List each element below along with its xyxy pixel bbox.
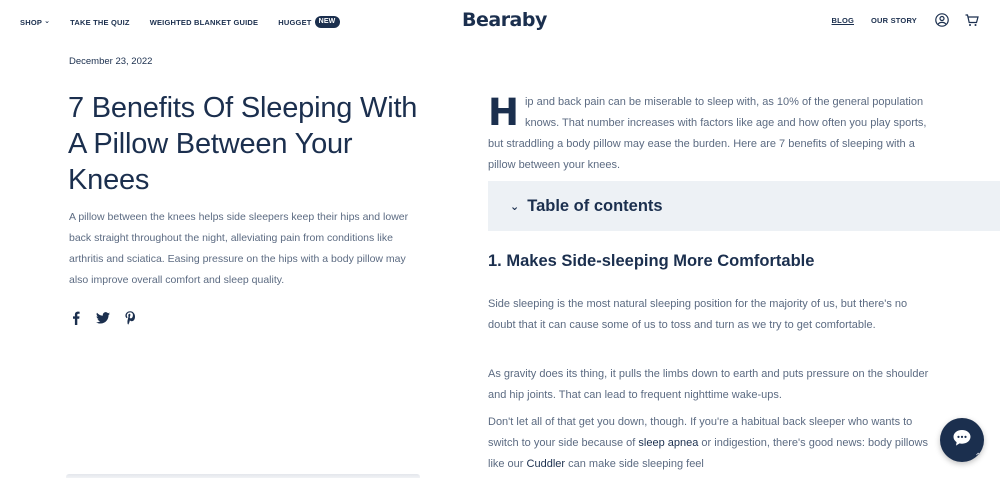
scroll-up-icon[interactable]: ⌃ [974, 452, 982, 463]
toc-label: Table of contents [527, 196, 663, 215]
bearaby-logo[interactable]: Bearaby [462, 9, 547, 31]
nav-blog[interactable]: BLOG [832, 16, 854, 25]
nav-hugget-label: HUGGET [278, 17, 312, 27]
nav-our-story-label: OUR STORY [871, 15, 917, 25]
p3-text-c: can make side sleeping feel [565, 458, 704, 470]
nav-blog-label: BLOG [831, 15, 855, 25]
account-icon[interactable] [934, 12, 950, 28]
article-date: December 23, 2022 [69, 56, 153, 67]
drop-cap: H [488, 91, 519, 134]
chat-icon [952, 429, 972, 452]
body-paragraph-1: Side sleeping is the most natural sleepi… [488, 298, 908, 331]
lead-text: ip and back pain can be miserable to sle… [488, 96, 927, 171]
article-intro: A pillow between the knees helps side sl… [69, 211, 409, 286]
nav-hugget[interactable]: HUGGET NEW [278, 16, 340, 28]
nav-shop-label: SHOP [20, 17, 43, 27]
cart-icon[interactable] [964, 12, 980, 28]
new-badge: NEW [314, 16, 340, 28]
article-lead-paragraph: H ip and back pain can be miserable to s… [488, 92, 933, 176]
nav-weighted-blanket-guide[interactable]: WEIGHTED BLANKET GUIDE [150, 18, 259, 27]
nav-take-the-quiz[interactable]: TAKE THE QUIZ [70, 18, 130, 27]
chevron-down-icon: ⌄ [44, 18, 51, 25]
section-heading: 1. Makes Side-sleeping More Comfortable [488, 252, 815, 270]
table-of-contents-toggle[interactable]: ⌄ Table of contents [488, 181, 1000, 231]
pinterest-icon[interactable] [123, 310, 137, 326]
related-card-edge [66, 474, 420, 478]
site-header: SHOP ⌄ TAKE THE QUIZ WEIGHTED BLANKET GU… [0, 0, 1000, 44]
sleep-apnea-link[interactable]: sleep apnea [638, 437, 698, 449]
twitter-icon[interactable] [96, 310, 110, 326]
nav-quiz-label: TAKE THE QUIZ [70, 17, 130, 27]
chevron-down-icon: ⌄ [510, 200, 520, 213]
nav-shop[interactable]: SHOP ⌄ [20, 18, 50, 27]
article-title: 7 Benefits Of Sleeping With A Pillow Bet… [68, 92, 418, 196]
facebook-icon[interactable] [69, 310, 83, 326]
share-links [69, 310, 137, 326]
body-paragraph-3: Don't let all of that get you down, thou… [488, 412, 934, 475]
body-paragraph-2: As gravity does its thing, it pulls the … [488, 368, 929, 401]
secondary-nav: BLOG OUR STORY [832, 12, 980, 28]
nav-our-story[interactable]: OUR STORY [871, 16, 917, 25]
cuddler-link[interactable]: Cuddler [527, 458, 566, 470]
main-nav: SHOP ⌄ TAKE THE QUIZ WEIGHTED BLANKET GU… [20, 16, 360, 28]
nav-guide-label: WEIGHTED BLANKET GUIDE [149, 17, 259, 27]
